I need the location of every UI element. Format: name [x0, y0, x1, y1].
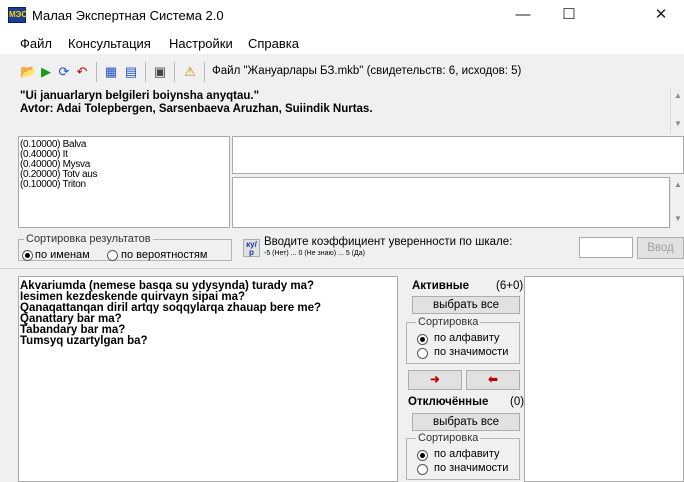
- info-box-top[interactable]: [232, 136, 684, 174]
- certainty-icon[interactable]: ку/р: [243, 239, 260, 257]
- move-left-button[interactable]: ⬅: [466, 370, 520, 390]
- scroll-down-icon[interactable]: ▼: [671, 119, 684, 131]
- window-title: Малая Экспертная Система 2.0: [32, 8, 224, 23]
- props-icon[interactable]: ▣: [152, 64, 168, 80]
- certainty-prompt: Вводите коэффициент уверенности по шкале…: [264, 236, 513, 248]
- disabled-title: Отключённые: [408, 396, 489, 408]
- question-item[interactable]: Tumsyq uzartylgan ba?: [20, 335, 148, 347]
- scroll-up-icon[interactable]: ▲: [671, 180, 684, 192]
- view-icon[interactable]: ▦: [103, 64, 119, 80]
- disabled-count: (0): [510, 396, 525, 408]
- menu-consultation[interactable]: Консультация: [68, 36, 151, 51]
- menu-settings[interactable]: Настройки: [169, 36, 233, 51]
- move-right-button[interactable]: ➜: [408, 370, 462, 390]
- disabled-questions-list[interactable]: [524, 276, 684, 482]
- save-icon[interactable]: ▤: [123, 64, 139, 80]
- active-title: Активные: [412, 280, 469, 292]
- info-scrollbar[interactable]: ▲ ▼: [670, 177, 684, 228]
- reset-icon[interactable]: ⟳: [56, 64, 72, 80]
- active-count: (6+0): [496, 280, 524, 292]
- disabled-sort-alpha-label[interactable]: по алфавиту: [434, 448, 499, 460]
- run-icon[interactable]: ▶: [38, 64, 54, 80]
- menu-help[interactable]: Справка: [248, 36, 299, 51]
- sort-by-probability-radio[interactable]: [107, 250, 118, 261]
- disabled-sort-significance-label[interactable]: по значимости: [434, 462, 508, 474]
- disabled-sort-significance-radio[interactable]: [417, 464, 428, 475]
- header-scrollbar[interactable]: ▲ ▼: [670, 88, 684, 134]
- disabled-select-all-button[interactable]: выбрать все: [412, 413, 520, 431]
- menu-file[interactable]: Файл: [20, 36, 52, 51]
- scroll-up-icon[interactable]: ▲: [671, 91, 684, 103]
- kb-title: "Ui januarlaryn belgileri boiynsha anyqt…: [20, 90, 260, 102]
- scroll-down-icon[interactable]: ▼: [671, 214, 684, 226]
- active-sort-alpha-radio[interactable]: [417, 334, 428, 345]
- disabled-sort-alpha-radio[interactable]: [417, 450, 428, 461]
- active-select-all-button[interactable]: выбрать все: [412, 296, 520, 314]
- open-icon[interactable]: 📂: [20, 64, 36, 80]
- outcome-item[interactable]: (0.10000) Triton: [20, 180, 86, 190]
- sort-by-probability-label[interactable]: по вероятностям: [121, 249, 230, 261]
- disabled-sort-label: Сортировка: [416, 432, 481, 444]
- active-sort-label: Сортировка: [416, 316, 481, 328]
- undo-icon[interactable]: ↶: [74, 64, 90, 80]
- minimize-button[interactable]: —: [500, 0, 546, 32]
- certainty-scale: -5 (Нет) ... 0 (Не знаю) ... 5 (Да): [264, 250, 365, 257]
- active-sort-significance-label[interactable]: по значимости: [434, 346, 508, 358]
- certainty-input[interactable]: [579, 237, 633, 258]
- close-button[interactable]: ✕: [638, 0, 684, 32]
- sort-results-label: Сортировка результатов: [24, 233, 153, 245]
- maximize-button[interactable]: ☐: [546, 0, 592, 32]
- sort-by-name-radio[interactable]: [22, 250, 33, 261]
- sort-by-name-label[interactable]: по именам: [35, 249, 90, 261]
- warning-icon[interactable]: ⚠: [182, 64, 198, 80]
- enter-button[interactable]: Ввод: [637, 237, 684, 259]
- file-info: Файл "Жануарлары БЗ.mkb" (свидетельств: …: [212, 65, 522, 77]
- active-sort-alpha-label[interactable]: по алфавиту: [434, 332, 499, 344]
- app-icon: МЭС: [8, 7, 27, 23]
- kb-authors: Avtor: Adai Tolepbergen, Sarsenbaeva Aru…: [20, 103, 373, 115]
- active-sort-significance-radio[interactable]: [417, 348, 428, 359]
- info-box-bottom[interactable]: [232, 177, 670, 228]
